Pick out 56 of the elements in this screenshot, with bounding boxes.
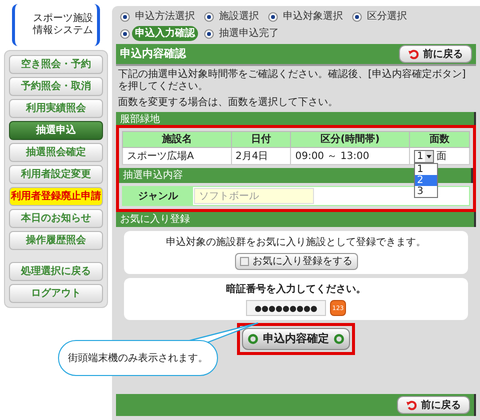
column-header: 面数 <box>410 132 470 148</box>
pin-prompt: 暗証番号を入力してください。 <box>226 282 366 297</box>
genre-value: ソフトボール <box>194 188 314 204</box>
table-cell: 09:00 ～ 13:00 <box>290 148 410 164</box>
favorites-text: 申込対象の施設群をお気に入り施設として登録できます。 <box>166 236 426 250</box>
favorite-register-button[interactable]: お気に入り登録をする <box>234 253 358 270</box>
step-label: 区分選択 <box>366 10 408 24</box>
back-arrow-icon <box>406 400 417 410</box>
checkbox[interactable] <box>240 257 248 266</box>
sidebar-button[interactable]: 抽選照会確定 <box>9 143 103 162</box>
sidebar-button[interactable]: 利用実績照会 <box>9 99 103 118</box>
sidebar-button[interactable]: 操作履歴照会 <box>9 231 103 250</box>
logo-text: スポーツ施設 <box>33 13 93 24</box>
sidebar-button[interactable]: 抽選申込 <box>9 121 103 140</box>
step-bullet-icon <box>120 12 130 22</box>
step-bullet-icon <box>120 28 130 38</box>
dropdown-option[interactable]: 1 <box>415 164 437 174</box>
column-header: 区分(時間帯) <box>290 132 410 148</box>
logo-text: 情報システム <box>33 25 93 37</box>
step-label: 申込入力確認 <box>132 26 198 41</box>
sidebar-button[interactable]: 空き照会・予約 <box>9 55 103 74</box>
ring-icon <box>333 333 345 345</box>
step-label: 施設選択 <box>218 10 260 24</box>
unit-label: 面 <box>436 150 446 164</box>
sidebar-button[interactable]: 本日のお知らせ <box>9 209 103 228</box>
pin-field[interactable]: ●●●●●●●●● <box>246 300 326 316</box>
instruction-text: 面数を変更する場合は、面数を選択して下さい。 <box>118 97 339 109</box>
sidebar-button[interactable]: 予約照会・取消 <box>9 77 103 96</box>
confirm-button[interactable]: 申込内容確定 <box>242 328 350 350</box>
step-label: 申込方法選択 <box>134 10 196 24</box>
step-bullet-icon <box>204 28 214 38</box>
table-cell: 2月4日 <box>231 148 291 164</box>
column-header: 施設名 <box>122 132 232 148</box>
sidebar-button[interactable]: 利用者設定変更 <box>9 165 103 184</box>
page-title: 申込内容確認 <box>120 46 186 62</box>
step-bullet-icon <box>352 12 362 22</box>
back-button[interactable]: 前に戻る <box>399 45 472 63</box>
count-select[interactable]: 1 <box>414 150 434 162</box>
instruction-text: 下記の抽選申込対象時間帯をご確認ください。確認後、[申込内容確定ボタン]を押してください。 <box>118 69 467 93</box>
dropdown-caret-icon <box>425 150 434 162</box>
column-header: 日付 <box>231 132 291 148</box>
step-label: 抽選申込完了 <box>218 26 280 41</box>
back-arrow-icon <box>408 48 419 60</box>
genre-label: ジャンル <box>123 187 193 205</box>
dropdown-option[interactable]: 2 <box>415 174 437 186</box>
step-bullet-icon <box>204 12 214 22</box>
back-button[interactable]: 前に戻る <box>397 396 470 414</box>
table-cell: スポーツ広場A <box>122 148 232 164</box>
section-header: お気に入り登録 <box>116 212 476 227</box>
sidebar-button[interactable]: ログアウト <box>9 284 103 303</box>
sidebar-button[interactable]: 利用者登録廃止申請 <box>9 187 103 206</box>
step-bullet-icon <box>268 12 278 22</box>
step-label: 申込対象選択 <box>282 10 344 24</box>
dropdown-option[interactable]: 3 <box>415 186 437 196</box>
sidebar-button[interactable]: 処理選択に戻る <box>9 262 103 281</box>
ring-icon <box>247 333 259 345</box>
